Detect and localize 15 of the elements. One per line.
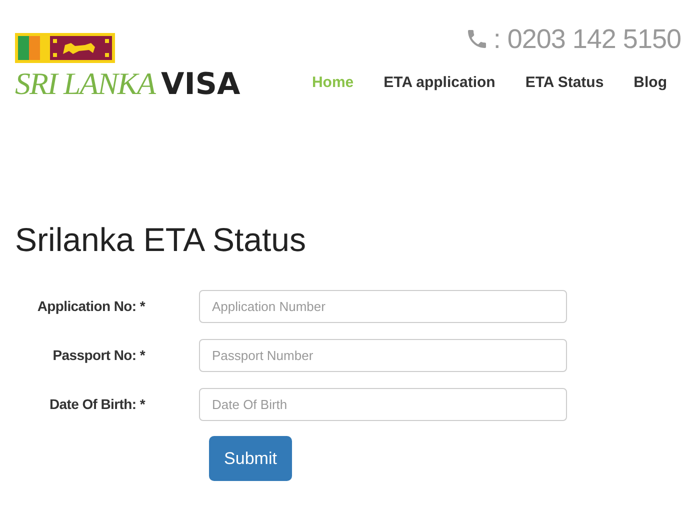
nav-link[interactable]: Blog: [634, 73, 667, 93]
flag-icon: [15, 33, 115, 63]
nav-link[interactable]: ETA Status: [525, 73, 604, 93]
phone-number: : 0203 142 5150: [493, 23, 681, 56]
submit-button[interactable]: Submit: [209, 436, 292, 481]
input-field[interactable]: Passport Number: [199, 339, 567, 372]
field-label: Application No: *: [36, 297, 145, 316]
field-label: Date Of Birth: *: [48, 395, 145, 414]
logo-text: VISA: [160, 68, 240, 102]
logo-text: SRI LANKA: [15, 67, 155, 101]
input-field[interactable]: Date Of Birth: [199, 388, 567, 421]
input-field[interactable]: Application Number: [199, 290, 567, 323]
nav-link[interactable]: ETA application: [384, 73, 496, 93]
field-label: Passport No: *: [52, 346, 145, 365]
page-title: Srilanka ETA Status: [15, 220, 308, 260]
